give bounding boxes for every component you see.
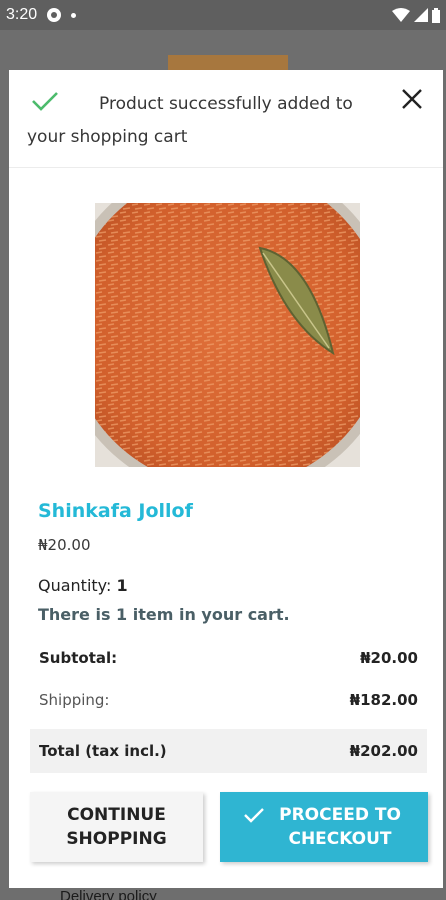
battery-icon xyxy=(432,7,440,23)
modal-header: Product successfully added to your shopp… xyxy=(9,70,443,168)
subtotal-label: Subtotal: xyxy=(39,649,118,667)
background-product-image xyxy=(168,55,288,71)
continue-shopping-button[interactable]: CONTINUE SHOPPING xyxy=(30,792,203,862)
checkout-button-content: PROCEED TO CHECKOUT xyxy=(243,803,405,851)
product-price: ₦20.00 xyxy=(38,536,91,554)
quantity-value: 1 xyxy=(116,576,128,595)
status-bar: 3:20 xyxy=(0,0,446,30)
modal-message: Product successfully added to your shopp… xyxy=(27,94,353,147)
subtotal-value: ₦20.00 xyxy=(360,649,418,667)
dot-icon xyxy=(71,12,77,18)
background-footer-link[interactable]: Delivery policy xyxy=(60,888,157,900)
quantity-line: Quantity: 1 xyxy=(38,576,128,595)
signal-icon xyxy=(414,8,428,22)
quantity-label: Quantity: xyxy=(38,576,112,595)
cart-count-text: There is 1 item in your cart. xyxy=(38,605,290,624)
product-name: Shinkafa Jollof xyxy=(38,500,193,522)
check-icon xyxy=(32,92,58,111)
subtotal-row: Subtotal: ₦20.00 xyxy=(30,636,427,680)
cart-confirmation-modal: Product successfully added to your shopp… xyxy=(9,70,443,888)
total-value: ₦202.00 xyxy=(349,742,418,760)
gear-icon xyxy=(47,8,62,22)
checkout-label: PROCEED TO CHECKOUT xyxy=(279,805,401,849)
shipping-row: Shipping: ₦182.00 xyxy=(30,678,427,722)
checkmark-icon xyxy=(244,808,264,823)
wifi-icon xyxy=(392,8,410,22)
total-label: Total (tax incl.) xyxy=(39,742,167,760)
proceed-to-checkout-button[interactable]: PROCEED TO CHECKOUT xyxy=(220,792,428,862)
shipping-label: Shipping: xyxy=(39,691,110,709)
status-time: 3:20 xyxy=(6,6,38,23)
close-icon[interactable] xyxy=(401,88,423,110)
continue-shopping-label: CONTINUE SHOPPING xyxy=(66,805,167,849)
product-image xyxy=(95,203,360,467)
shipping-value: ₦182.00 xyxy=(349,691,418,709)
total-row: Total (tax incl.) ₦202.00 xyxy=(30,729,427,773)
